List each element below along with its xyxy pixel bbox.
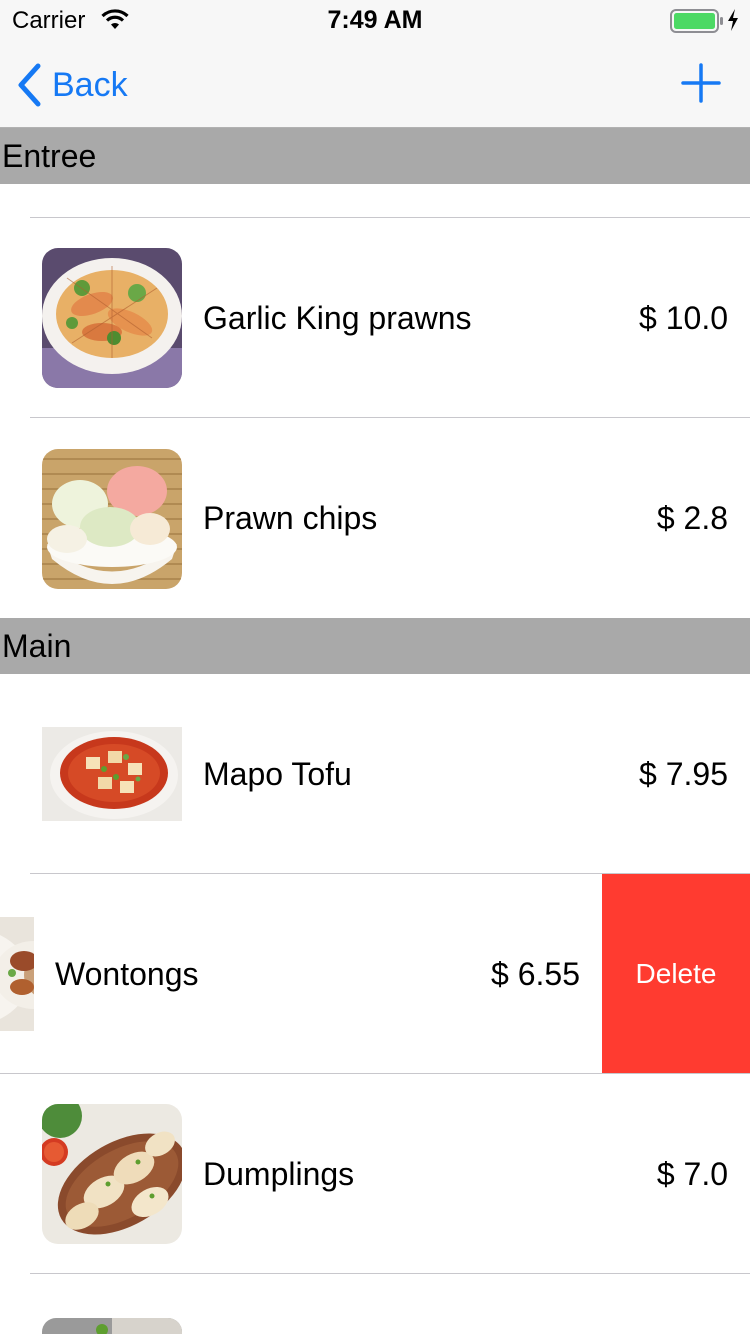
item-price: $ 7.95 <box>639 756 728 792</box>
menu-item-row[interactable]: Prawn chips $ 2.8 <box>0 418 750 618</box>
item-name: Prawn chips <box>203 500 378 536</box>
battery-icon <box>670 9 723 33</box>
mapo-tofu-image <box>42 727 182 821</box>
item-name: Garlic King prawns <box>203 300 472 336</box>
charging-bolt-icon <box>728 9 738 31</box>
section-title: Entree <box>2 138 97 174</box>
item-name: Wontongs <box>55 956 199 992</box>
menu-item-row[interactable]: Garlic King prawns $ 10.0 <box>0 218 750 418</box>
add-icon[interactable] <box>680 62 722 104</box>
menu-item-row-partial[interactable] <box>0 1274 750 1334</box>
delete-button[interactable]: Delete <box>602 874 750 1074</box>
item-name: Mapo Tofu <box>203 756 352 792</box>
item-price: $ 6.55 <box>491 956 580 992</box>
chevron-left-icon <box>18 63 41 107</box>
menu-item-row[interactable]: Mapo Tofu $ 7.95 <box>0 674 750 874</box>
menu-item-row[interactable]: Dumplings $ 7.0 <box>0 1074 750 1274</box>
wonton-image <box>0 917 34 1031</box>
item-price: $ 7.0 <box>656 1156 728 1192</box>
clock: 7:49 AM <box>327 6 423 34</box>
prawn-chips-image <box>42 449 182 589</box>
item-price: $ 10.0 <box>639 300 728 336</box>
food-image-partial <box>42 1318 182 1334</box>
status-bar: Carrier 7:49 AM <box>0 0 750 40</box>
back-label: Back <box>52 65 128 104</box>
dumplings-image <box>42 1104 182 1244</box>
menu-item-row-swiped[interactable]: Wontongs $ 6.55 Delete <box>0 874 750 1074</box>
navigation-bar: Back <box>0 40 750 128</box>
item-name: Dumplings <box>203 1156 355 1192</box>
back-button[interactable]: Back <box>16 62 128 108</box>
section-header-main: Main <box>0 618 750 674</box>
section-header-entree: Entree <box>0 128 750 184</box>
section-title: Main <box>2 628 72 664</box>
prawns-dish-image <box>42 248 182 388</box>
item-price: $ 2.8 <box>656 500 728 536</box>
